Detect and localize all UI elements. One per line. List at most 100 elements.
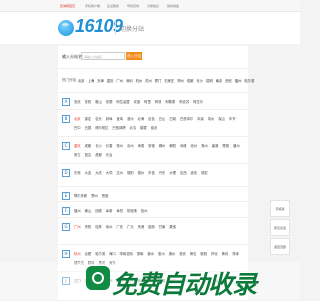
city-link[interactable]: 海口 [109,251,116,256]
city-link[interactable]: 鄂尔多斯 [74,193,87,198]
hot-city-link[interactable]: 北京 [78,78,85,83]
city-link[interactable]: 杭州 [74,251,81,256]
city-link[interactable]: 广元 [127,224,134,229]
hot-city-link[interactable]: 杭州 [136,78,143,83]
city-link[interactable]: 白银 [85,125,92,130]
city-link[interactable]: 邯郸 [137,251,144,256]
city-link[interactable]: 合肥 [85,251,92,256]
feedback-button[interactable]: 意见反馈 [270,219,290,236]
city-link[interactable]: 安阳 [85,99,92,104]
city-link[interactable]: 迪庆 [191,170,198,175]
city-link[interactable]: 安顺 [106,99,113,104]
city-link[interactable]: 赤峰 [180,143,187,148]
hot-city-link[interactable]: 西安 [225,78,232,83]
city-link[interactable]: 昌都 [95,152,102,157]
city-link[interactable]: 大连 [85,170,92,175]
city-link[interactable]: 滨州 [127,116,134,121]
city-link[interactable]: 朝阳 [169,143,176,148]
city-link[interactable]: 鄂州 [91,193,98,198]
city-link[interactable]: 鞍山 [95,99,102,104]
city-link[interactable]: 毕节 [229,116,236,121]
hot-city-link[interactable]: 昆明 [206,78,213,83]
city-link[interactable]: 北屯 [130,125,137,130]
city-link[interactable]: 广州 [74,224,81,229]
city-link[interactable]: 呼和浩特 [120,251,133,256]
topbar-link-life[interactable]: 生活服务 [107,4,119,8]
city-link[interactable]: 阜阳 [116,208,123,213]
city-link[interactable]: 丹东 [159,170,166,175]
city-link[interactable]: 沧州 [127,143,134,148]
city-link[interactable]: 潮州 [233,143,240,148]
city-link[interactable]: 阿勒泰 [165,99,175,104]
city-link[interactable]: 固原 [148,224,155,229]
hot-city-link[interactable]: 上海 [88,78,95,83]
city-link[interactable]: 保定 [85,116,92,121]
city-link[interactable]: 长沙 [95,143,102,148]
city-link[interactable]: 赣州 [106,224,113,229]
city-link[interactable]: 巴彦淖尔 [180,116,193,121]
hot-city-link[interactable]: 福州 [235,78,242,83]
hot-city-link[interactable]: 长沙 [196,78,203,83]
enter-station-button[interactable]: 进入分站 [126,52,142,60]
city-link[interactable]: 定西 [180,170,187,175]
hot-city-link[interactable]: 成都 [187,78,194,83]
topbar-link-home[interactable]: 查询网首页 [60,4,75,8]
city-link[interactable]: 楚雄 [222,143,229,148]
city-link[interactable]: 保山 [218,116,225,121]
topbar-link-mine[interactable]: 我的地盘 [167,4,179,8]
city-link[interactable]: 北海 [138,116,145,121]
hot-city-link[interactable]: 苏州 [145,78,152,83]
city-link[interactable]: 广安 [116,224,123,229]
site-logo[interactable]: 16109 [58,15,123,41]
city-link[interactable]: 抚州 [141,208,148,213]
city-link[interactable]: 常德 [148,143,155,148]
city-link[interactable]: 昌吉 [85,152,92,157]
city-link[interactable]: 德阳 [127,170,134,175]
city-link[interactable]: 巴中 [74,125,81,130]
city-link[interactable]: 淮安 [179,251,186,256]
city-link[interactable]: 怀化 [211,251,218,256]
city-link[interactable]: 阿里 [144,99,151,104]
topbar-link-classified[interactable]: 分类信息 [147,4,159,8]
city-link[interactable]: 长治 [106,152,113,157]
city-link[interactable]: 郴州 [159,143,166,148]
city-link[interactable]: 常州 [116,143,123,148]
city-link[interactable]: 佛山 [85,208,92,213]
hot-city-link[interactable]: 广州 [116,78,123,83]
city-link[interactable]: 防城港 [127,208,137,213]
city-link[interactable]: 承德 [138,143,145,148]
city-link[interactable]: 阿克苏 [179,99,189,104]
city-link[interactable]: 鹤壁 [140,125,147,130]
city-link[interactable]: 包头 [95,116,102,121]
back-to-top-button[interactable]: 返回顶部 [270,238,290,255]
city-link[interactable]: 巢湖 [212,143,219,148]
hot-city-link[interactable]: 南京 [216,78,223,83]
city-link[interactable]: 滁州 [201,143,208,148]
hot-city-link[interactable]: 天津 [97,78,104,83]
city-link[interactable]: 果洛 [169,224,176,229]
city-link[interactable]: 大庆 [95,170,102,175]
city-link[interactable]: 百色 [148,116,155,121]
hot-city-link[interactable]: 郑州 [177,78,184,83]
topbar-link-mobile[interactable]: 手机客户端 [85,4,100,8]
city-link[interactable]: 长春 [106,143,113,148]
city-link[interactable]: 湖州 [169,251,176,256]
city-link[interactable]: 甘南 [159,224,166,229]
city-link[interactable]: 达州 [116,170,123,175]
city-link[interactable]: 成都 [85,143,92,148]
city-link[interactable]: 安庆 [74,99,81,104]
city-link[interactable]: 博尔塔拉 [95,125,108,130]
city-link[interactable]: 阿坝 [155,99,162,104]
city-link[interactable]: 巴音郭楞 [112,125,125,130]
city-link[interactable]: 惠州 [158,251,165,256]
hot-city-link[interactable]: 哈尔滨 [244,78,254,83]
city-link[interactable]: 临沧 [151,125,158,130]
city-link[interactable]: 衡水 [147,251,154,256]
city-link[interactable]: 桂林 [95,224,102,229]
city-link[interactable]: 亳州 [208,116,215,121]
city-link[interactable]: 菏泽 [232,251,239,256]
city-link[interactable]: 宝鸡 [116,116,123,121]
hot-city-link[interactable]: 深圳 [126,78,133,83]
topbar-link-number[interactable]: 号码查询 [127,4,139,8]
city-link[interactable]: 白山 [159,116,166,121]
